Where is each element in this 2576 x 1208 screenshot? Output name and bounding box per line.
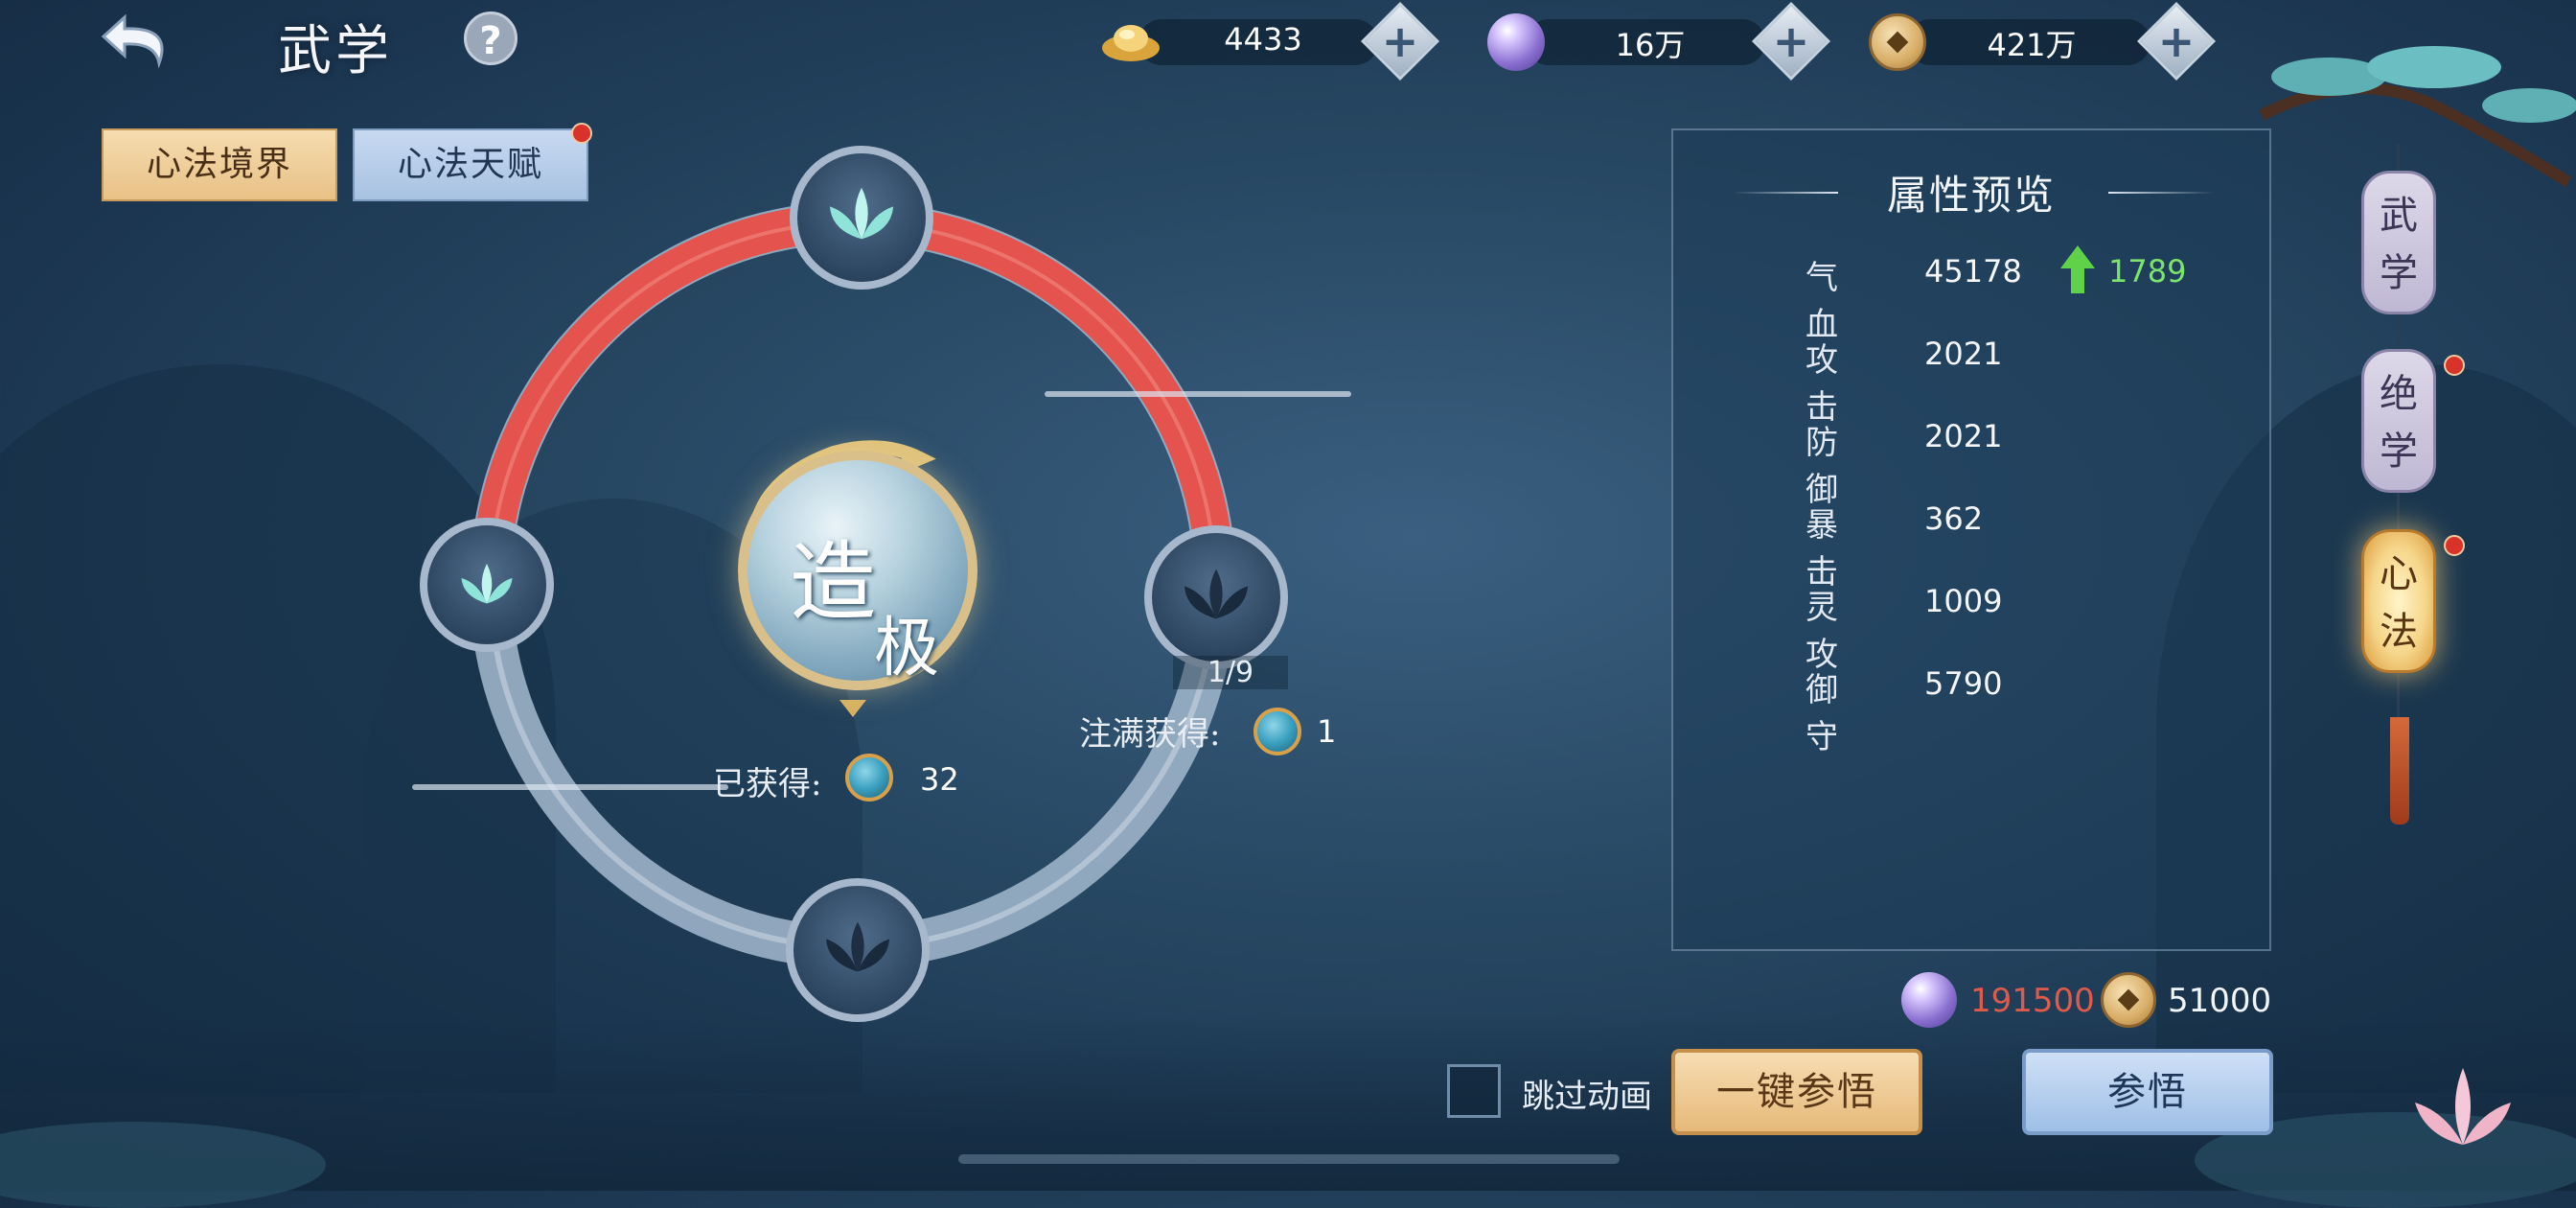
arrow-up-icon (2060, 245, 2095, 293)
lotus-icon (829, 187, 894, 240)
nav-label-char: 武 (2380, 194, 2418, 238)
stat-name: 暴击 (1806, 506, 1838, 592)
copper-coin-icon (2101, 972, 2156, 1028)
currency-gold: 4433 + (1100, 1, 1440, 81)
notification-dot (2444, 535, 2465, 556)
nav-xinfa[interactable]: 心 法 (2361, 529, 2436, 673)
stat-value: 362 (1924, 500, 1984, 537)
stat-name: 气血 (1806, 259, 1838, 344)
decor-cloud (412, 784, 728, 790)
currency-orb: 16万 + (1487, 1, 1831, 81)
add-orb-button[interactable]: + (1751, 1, 1831, 81)
decor-cloud (1045, 391, 1351, 397)
add-gold-button[interactable]: + (1360, 1, 1440, 81)
realm-name-char-2: 极 (874, 611, 940, 686)
currency-coin: 421万 + (1869, 1, 2217, 81)
add-coin-button[interactable]: + (2136, 1, 2217, 81)
stat-name: 攻击 (1806, 341, 1838, 427)
one-click-comprehend-button[interactable]: 一键参悟 (1671, 1049, 1922, 1135)
nav-label-char: 心 (2380, 552, 2418, 596)
lotus-icon (825, 921, 890, 972)
nav-label-char: 学 (2380, 251, 2418, 295)
plus-icon: + (1772, 15, 1810, 67)
nav-label-char: 绝 (2380, 372, 2418, 416)
stat-value: 2021 (1924, 336, 2003, 372)
realm-token-icon (1254, 708, 1301, 755)
fill-reward-value: 1 (1317, 713, 1337, 750)
fill-reward-label: 注满获得: (1079, 715, 1221, 754)
skip-animation-label: 跳过动画 (1522, 1078, 1652, 1116)
nav-label-char: 法 (2380, 610, 2418, 654)
orb-cost-value: 191500 (1970, 982, 2095, 1020)
stat-value: 1009 (1924, 583, 2003, 619)
help-button[interactable]: ? (464, 12, 518, 65)
skip-animation-checkbox[interactable] (1447, 1064, 1501, 1118)
stat-name: 御守 (1806, 671, 1838, 756)
lotus-node-right[interactable] (1144, 525, 1288, 669)
lotus-icon (461, 563, 513, 604)
notification-dot (571, 123, 592, 144)
tab-xinfa-realm[interactable]: 心法境界 (102, 128, 337, 201)
lotus-node-bottom[interactable] (786, 878, 930, 1022)
coin-value: 421万 (1987, 27, 2077, 63)
nav-label-char: 学 (2380, 430, 2418, 474)
copper-coin-icon (1869, 13, 1926, 71)
stat-value: 45178 (1924, 253, 2022, 290)
lotus-icon (1184, 569, 1249, 619)
nav-wuxue[interactable]: 武 学 (2361, 171, 2436, 314)
stat-name: 防御 (1806, 424, 1838, 509)
plus-icon: + (1381, 15, 1419, 67)
attribute-preview-panel: 属性预览 气血 45178 1789 攻击 2021 防御 2021 暴击 36… (1671, 128, 2271, 951)
spirit-orb-icon (1901, 972, 1957, 1028)
back-arrow-icon (101, 13, 164, 69)
gold-ingot-icon (1102, 25, 1160, 61)
coin-cost-value: 51000 (2168, 982, 2272, 1020)
lotus-node-left[interactable] (420, 518, 554, 652)
spirit-orb-icon (1487, 13, 1545, 71)
owned-label: 已获得: (713, 765, 822, 803)
stat-increase: 1789 (2108, 253, 2187, 290)
lotus-node-top[interactable] (790, 146, 933, 290)
title-ornament (2108, 192, 2214, 194)
nav-juexue[interactable]: 绝 学 (2361, 349, 2436, 493)
stat-value: 2021 (1924, 418, 2003, 454)
notification-dot (2444, 355, 2465, 376)
realm-name-char-1: 造 (790, 532, 876, 633)
page-title: 武学 (278, 20, 393, 82)
node-progress: 1/9 (1173, 656, 1288, 689)
stat-value: 5790 (1924, 665, 2003, 702)
plus-icon: + (2157, 15, 2196, 67)
back-button[interactable] (96, 8, 182, 77)
gold-value: 4433 (1224, 21, 1302, 58)
comprehend-button[interactable]: 参悟 (2022, 1049, 2273, 1135)
lantern-tassel (2390, 717, 2409, 825)
lotus-flower-decoration (2415, 1068, 2511, 1145)
home-indicator (958, 1154, 1620, 1164)
realm-token-icon (845, 754, 893, 801)
stat-name: 灵攻 (1806, 589, 1838, 674)
owned-value: 32 (920, 761, 959, 798)
orb-value: 16万 (1615, 27, 1686, 63)
